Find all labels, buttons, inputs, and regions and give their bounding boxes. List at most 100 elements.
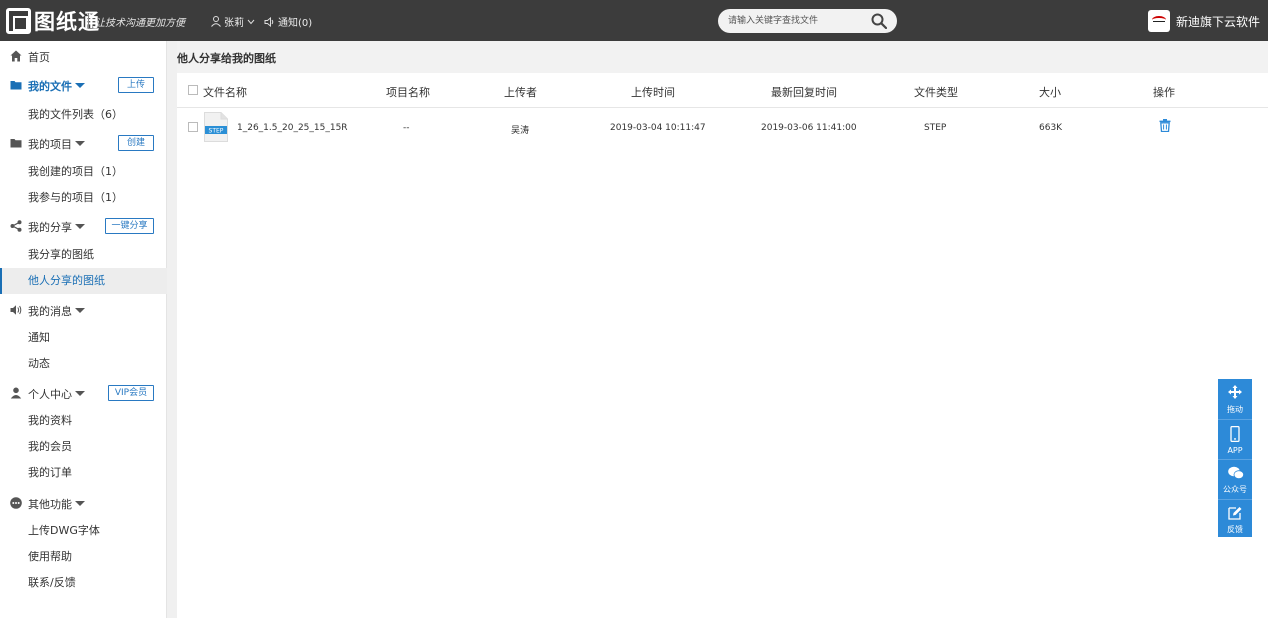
- column-header-upload-time[interactable]: 上传时间: [631, 84, 675, 100]
- share-icon: [10, 220, 22, 232]
- folder-icon: [10, 81, 22, 90]
- wechat-button[interactable]: 公众号: [1218, 459, 1252, 498]
- create-project-button[interactable]: 创建: [118, 135, 154, 151]
- column-header-file-type[interactable]: 文件类型: [914, 84, 958, 100]
- trash-icon[interactable]: [1159, 119, 1171, 132]
- chevron-down-icon: [75, 501, 85, 506]
- brand-link[interactable]: 新迪旗下云软件: [1147, 10, 1260, 32]
- file-name[interactable]: 1_26_1.5_20_25_15_15R: [237, 123, 348, 133]
- float-tool-label: 反馈: [1227, 525, 1243, 534]
- uploader: 吴涛: [511, 126, 530, 136]
- brand-logo-icon: [1147, 10, 1170, 32]
- more-icon: [10, 497, 22, 509]
- sidebar-item-notifications[interactable]: 通知: [0, 325, 167, 351]
- sidebar-group-personal-center[interactable]: 个人中心 VIP会员: [0, 380, 167, 406]
- sidebar-group-my-projects[interactable]: 我的项目 创建: [0, 130, 167, 156]
- column-header-project-name[interactable]: 项目名称: [386, 84, 430, 100]
- move-icon: [1228, 385, 1242, 399]
- logo-text: 图纸通: [34, 10, 100, 34]
- column-header-file-name[interactable]: 文件名称: [203, 84, 247, 100]
- sidebar-group-other-functions[interactable]: 其他功能: [0, 490, 167, 516]
- sidebar-group-label: 我的分享: [28, 221, 72, 234]
- home-icon: [10, 50, 22, 62]
- slogan: 让技术沟通更加方便: [95, 18, 185, 29]
- table-header: 文件名称 项目名称 上传者 上传时间 最新回复时间 文件类型 大小 操作: [177, 73, 1268, 108]
- float-tool-label: 公众号: [1223, 485, 1247, 494]
- brand-text: 新迪旗下云软件: [1175, 14, 1260, 29]
- sidebar-item-shared-with-me[interactable]: 他人分享的图纸: [0, 268, 167, 294]
- logo-divider: [88, 13, 89, 28]
- sidebar-group-label: 我的消息: [28, 305, 72, 318]
- logo-icon: [6, 8, 31, 34]
- sidebar: 首页 我的文件 上传 我的文件列表（6） 我的项目 创建 我创建的项目（1） 我…: [0, 41, 167, 618]
- floating-toolbar: 拖动 APP 公众号 反馈: [1218, 379, 1252, 537]
- chevron-down-icon: [247, 19, 255, 24]
- search-input[interactable]: [728, 11, 864, 31]
- sidebar-item-my-membership[interactable]: 我的会员: [0, 434, 167, 460]
- sidebar-group-my-files[interactable]: 我的文件 上传: [0, 72, 167, 98]
- sidebar-item-activity[interactable]: 动态: [0, 351, 167, 377]
- sidebar-item-contact-feedback[interactable]: 联系/反馈: [0, 570, 167, 596]
- logo[interactable]: 图纸通: [6, 6, 100, 36]
- sidebar-group-my-share[interactable]: 我的分享 一键分享: [0, 213, 167, 239]
- notice-link[interactable]: 通知(0): [264, 14, 312, 29]
- chevron-down-icon: [75, 308, 85, 313]
- edit-icon: [1228, 507, 1242, 520]
- search-box: [718, 9, 897, 33]
- speaker-icon: [10, 305, 22, 315]
- phone-icon: [1230, 426, 1240, 442]
- file-type: STEP: [924, 123, 947, 133]
- float-tool-label: APP: [1227, 446, 1243, 455]
- select-all-checkbox[interactable]: [188, 85, 198, 98]
- chevron-down-icon: [75, 141, 85, 146]
- sidebar-group-label: 我的文件: [28, 80, 72, 93]
- quick-share-button[interactable]: 一键分享: [105, 218, 154, 234]
- chevron-down-icon: [75, 83, 85, 88]
- user-menu[interactable]: 张莉: [211, 14, 255, 29]
- sidebar-group-label: 其他功能: [28, 498, 72, 511]
- sidebar-group-label: 我的项目: [28, 138, 72, 151]
- file-size: 663K: [1039, 123, 1063, 133]
- column-header-last-reply-time[interactable]: 最新回复时间: [771, 84, 837, 100]
- column-header-uploader[interactable]: 上传者: [504, 84, 537, 100]
- drag-handle[interactable]: 拖动: [1218, 379, 1252, 418]
- table-row[interactable]: STEP 1_26_1.5_20_25_15_15R -- 吴涛 2019-03…: [177, 109, 1268, 147]
- sidebar-item-joined-projects[interactable]: 我参与的项目（1）: [0, 185, 167, 211]
- sidebar-item-my-file-list[interactable]: 我的文件列表（6）: [0, 102, 167, 128]
- chevron-down-icon: [75, 224, 85, 229]
- user-icon: [10, 387, 22, 399]
- column-header-actions: 操作: [1153, 86, 1175, 99]
- column-header-size[interactable]: 大小: [1039, 84, 1061, 100]
- user-icon: [211, 16, 221, 27]
- sidebar-item-help[interactable]: 使用帮助: [0, 544, 167, 570]
- step-file-icon: STEP: [204, 112, 228, 142]
- float-tool-label: 拖动: [1227, 405, 1243, 414]
- row-checkbox[interactable]: [188, 122, 198, 135]
- sidebar-item-my-shared-drawings[interactable]: 我分享的图纸: [0, 242, 167, 268]
- search-icon[interactable]: [871, 13, 887, 29]
- sidebar-item-my-profile[interactable]: 我的资料: [0, 408, 167, 434]
- sidebar-group-label: 个人中心: [28, 388, 72, 401]
- project-name: --: [403, 123, 410, 133]
- page-title-bar: 他人分享给我的图纸: [177, 41, 1268, 73]
- sidebar-group-my-messages[interactable]: 我的消息: [0, 297, 167, 323]
- sidebar-item-my-orders[interactable]: 我的订单: [0, 460, 167, 486]
- upload-time: 2019-03-04 10:11:47: [610, 123, 706, 133]
- top-bar: 图纸通 让技术沟通更加方便 张莉 通知(0) 新迪旗下云软件: [0, 0, 1268, 41]
- sidebar-item-created-projects[interactable]: 我创建的项目（1）: [0, 159, 167, 185]
- sidebar-item-upload-dwg-font[interactable]: 上传DWG字体: [0, 518, 167, 544]
- vip-member-button[interactable]: VIP会员: [108, 385, 154, 401]
- last-reply-time: 2019-03-06 11:41:00: [761, 123, 857, 133]
- app-button[interactable]: APP: [1218, 419, 1252, 458]
- notice-label: 通知(0): [278, 18, 313, 29]
- user-name: 张莉: [224, 18, 244, 29]
- main-content: 他人分享给我的图纸 文件名称 项目名称 上传者 上传时间 最新回复时间 文件类型…: [177, 41, 1268, 618]
- chevron-down-icon: [75, 391, 85, 396]
- speaker-icon: [264, 16, 274, 27]
- sidebar-item-label: 首页: [28, 51, 50, 64]
- wechat-icon: [1228, 466, 1244, 480]
- feedback-button[interactable]: 反馈: [1218, 499, 1252, 538]
- upload-button[interactable]: 上传: [118, 77, 154, 93]
- page-title: 他人分享给我的图纸: [177, 52, 276, 65]
- sidebar-item-home[interactable]: 首页: [0, 43, 167, 69]
